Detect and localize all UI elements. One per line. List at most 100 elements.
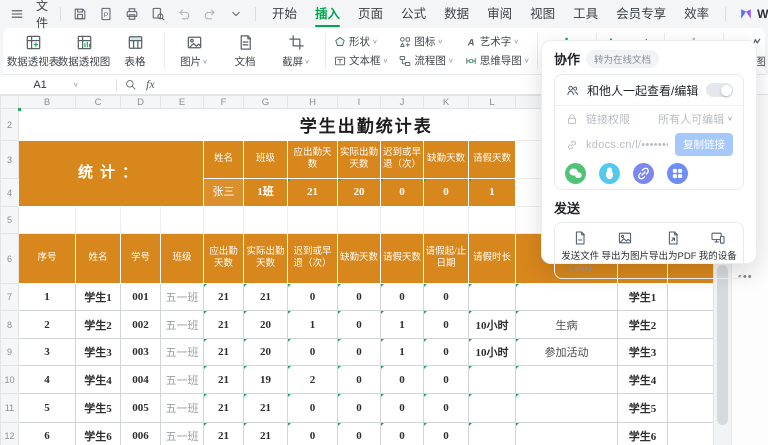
cell[interactable]: 0 xyxy=(338,423,381,445)
cell[interactable]: 21 xyxy=(204,366,244,394)
cell[interactable]: 0 xyxy=(424,311,469,339)
cell[interactable]: 19 xyxy=(244,366,288,394)
cell[interactable]: 0 xyxy=(288,339,338,366)
cell[interactable] xyxy=(469,394,516,423)
wps-ai-button[interactable]: WPS AI xyxy=(734,6,768,22)
table-header-cell[interactable]: 学号 xyxy=(121,234,161,284)
cell[interactable]: 006 xyxy=(121,423,161,445)
cell[interactable]: 学生3 xyxy=(618,339,668,366)
cell[interactable]: 学生5 xyxy=(618,394,668,423)
cell[interactable]: 0 xyxy=(338,366,381,394)
cell[interactable]: 五一班 xyxy=(161,394,204,423)
column-header-K[interactable]: K xyxy=(424,96,469,109)
ribbon-button-document[interactable]: 文档 xyxy=(223,31,267,71)
cell[interactable]: 21 xyxy=(244,284,288,311)
permission-select[interactable]: 所有人可编辑 ∨ xyxy=(658,111,733,127)
cell[interactable]: 001 xyxy=(121,284,161,311)
menu-tab-视图[interactable]: 视图 xyxy=(522,0,563,28)
cell[interactable]: 0 xyxy=(338,394,381,423)
print-preview-icon[interactable] xyxy=(147,4,169,24)
menu-tab-效率[interactable]: 效率 xyxy=(676,0,717,28)
cell[interactable]: 学生5 xyxy=(76,394,121,423)
redo-icon[interactable] xyxy=(199,4,221,24)
cell[interactable]: 学生2 xyxy=(76,311,121,339)
cell[interactable] xyxy=(76,207,121,234)
cell[interactable] xyxy=(19,207,76,234)
cell[interactable]: 五一班 xyxy=(161,339,204,366)
undo-icon[interactable] xyxy=(173,4,195,24)
ribbon-button-wordart[interactable]: A艺术字∨ xyxy=(464,34,530,49)
cell[interactable]: 0 xyxy=(381,366,424,394)
ribbon-button-mindmap[interactable]: 思维导图∨ xyxy=(464,53,530,68)
cell[interactable]: 6 xyxy=(19,423,76,445)
stats-header-cell[interactable]: 实际出勤天数 xyxy=(338,141,381,179)
column-header-D[interactable]: D xyxy=(121,96,161,109)
cell[interactable]: 0 xyxy=(288,394,338,423)
menu-tab-页面[interactable]: 页面 xyxy=(350,0,391,28)
file-menu-button[interactable]: 文件 xyxy=(32,0,52,33)
cell[interactable]: 学生6 xyxy=(618,423,668,445)
cell[interactable]: 21 xyxy=(204,311,244,339)
cell[interactable] xyxy=(516,394,618,423)
cell[interactable]: 5 xyxy=(19,394,76,423)
share-channel-group-icon[interactable] xyxy=(667,163,688,184)
cell[interactable] xyxy=(121,207,161,234)
cell[interactable]: 学生1 xyxy=(618,284,668,311)
column-header-C[interactable]: C xyxy=(76,96,121,109)
column-header-J[interactable]: J xyxy=(381,96,424,109)
cell[interactable]: 003 xyxy=(121,339,161,366)
cell[interactable]: 2 xyxy=(288,366,338,394)
cell[interactable] xyxy=(469,366,516,394)
stats-label-cell[interactable]: 统计： xyxy=(19,141,204,207)
row-header-3[interactable]: 3 xyxy=(1,141,19,179)
ribbon-button-flowchart[interactable]: 流程图∨ xyxy=(398,53,453,68)
cell[interactable]: 1 xyxy=(288,311,338,339)
ribbon-button-pivot-chart[interactable]: 数据透视图 xyxy=(62,31,106,71)
cell[interactable]: 0 xyxy=(381,284,424,311)
row-header-9[interactable]: 9 xyxy=(1,339,19,366)
cell[interactable]: 002 xyxy=(121,311,161,339)
menu-tab-开始[interactable]: 开始 xyxy=(264,0,305,28)
send-item-export-pdf[interactable]: 导出为PDF xyxy=(649,230,697,273)
cell[interactable]: 21 xyxy=(244,423,288,445)
menu-tab-审阅[interactable]: 审阅 xyxy=(479,0,520,28)
cell[interactable] xyxy=(244,207,288,234)
column-header-F[interactable]: F xyxy=(204,96,244,109)
row-header-10[interactable]: 10 xyxy=(1,366,19,394)
stats-value-cell[interactable]: 1班 xyxy=(244,179,288,207)
column-header-B[interactable]: B xyxy=(19,96,76,109)
cell[interactable]: 五一班 xyxy=(161,423,204,445)
row-header-6[interactable]: 6 xyxy=(1,234,19,284)
cell[interactable]: 4 xyxy=(19,366,76,394)
save-icon[interactable] xyxy=(69,4,91,24)
cell[interactable]: 0 xyxy=(338,284,381,311)
cell[interactable]: 学生4 xyxy=(618,366,668,394)
cell[interactable]: 21 xyxy=(204,284,244,311)
stats-header-cell[interactable]: 姓名 xyxy=(204,141,244,179)
cell[interactable]: 2 xyxy=(19,311,76,339)
ribbon-button-picture[interactable]: 图片 ∨ xyxy=(172,31,216,71)
table-header-cell[interactable]: 缺勤天数 xyxy=(338,234,381,284)
cell[interactable]: 0 xyxy=(381,423,424,445)
toolbar-dropdown-icon[interactable] xyxy=(225,4,247,24)
send-item-device[interactable]: 我的设备 xyxy=(697,230,739,273)
send-item-send-file[interactable]: 发送文件(.xlsx) xyxy=(559,230,601,273)
stats-value-cell[interactable]: 0 xyxy=(381,179,424,207)
row-header-12[interactable]: 12 xyxy=(1,423,19,445)
cell[interactable]: 0 xyxy=(338,339,381,366)
cell[interactable]: 0 xyxy=(424,423,469,445)
cell[interactable]: 0 xyxy=(424,339,469,366)
menu-tab-公式[interactable]: 公式 xyxy=(393,0,434,28)
row-header-8[interactable]: 8 xyxy=(1,311,19,339)
stats-header-cell[interactable]: 应出勤天数 xyxy=(288,141,338,179)
ribbon-button-icon-library[interactable]: 图标∨ xyxy=(398,34,453,49)
cell[interactable] xyxy=(516,423,618,445)
cell[interactable] xyxy=(516,284,618,311)
cell[interactable]: 10小时 xyxy=(469,339,516,366)
name-box[interactable]: A1 ∨ xyxy=(0,79,112,91)
select-all-corner[interactable] xyxy=(1,96,19,109)
cell[interactable]: 1 xyxy=(381,311,424,339)
row-header-5[interactable]: 5 xyxy=(1,207,19,234)
stats-header-cell[interactable]: 缺勤天数 xyxy=(424,141,469,179)
ribbon-button-screenshot[interactable]: 截屏 ∨ xyxy=(274,31,318,71)
